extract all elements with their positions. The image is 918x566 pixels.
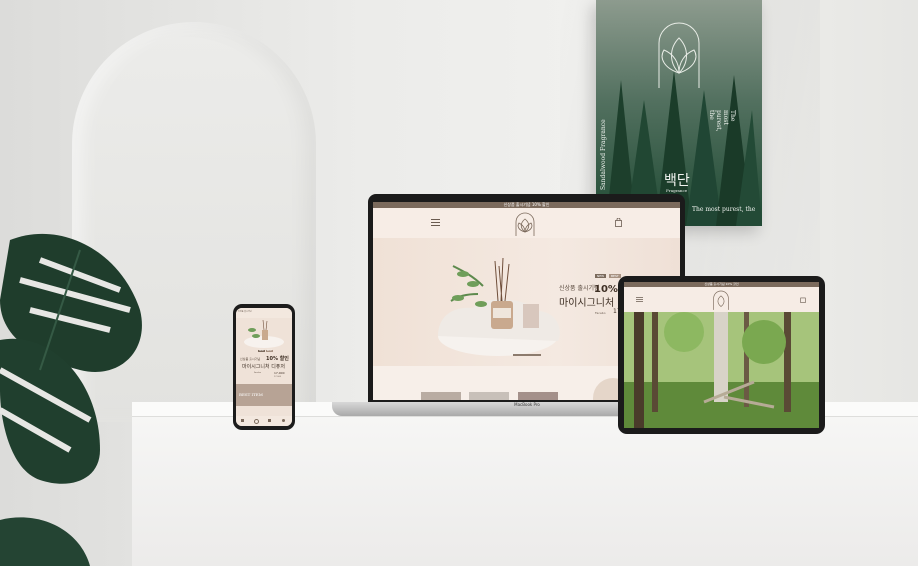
home-icon[interactable] <box>241 419 244 422</box>
phone-header: 신상품 출시기념 <box>236 308 292 318</box>
phone-headline-big: 10% 할인 <box>266 356 289 362</box>
tablet-device: 신상품 출시기념 10% 할인 <box>618 276 825 434</box>
phone-bottom-nav[interactable] <box>236 416 292 426</box>
laptop-price-label: Facebo <box>595 311 606 315</box>
forest-photo <box>624 312 819 428</box>
slider-dots[interactable] <box>513 354 541 356</box>
tablet-nav <box>624 287 819 312</box>
phone-badge-new: NEW <box>258 350 265 352</box>
laptop-brand-label: MacBook Pro <box>514 402 540 407</box>
phone-headline-line2: 마이시그니처 디퓨저 <box>242 364 285 370</box>
monstera-leaf-icon <box>0 233 142 566</box>
search-icon[interactable] <box>254 419 259 424</box>
phone-website: 신상품 출시기념 NEW BEST 신상품 출시기념 10% 할인 마이시그니처… <box>236 308 292 426</box>
lotus-logo-icon <box>658 22 700 88</box>
phone-price-value: 17,000 <box>274 371 285 375</box>
phone-price-value-2: 17,000 <box>274 376 281 378</box>
diffuser-product-icon <box>244 319 284 348</box>
laptop-nav <box>373 208 680 238</box>
phone-best-item-banner: BEST ITEM <box>236 384 292 406</box>
hamburger-menu-icon[interactable] <box>431 219 440 226</box>
phone-badge-best: BEST <box>266 350 274 352</box>
lotus-logo-icon[interactable] <box>712 290 730 310</box>
phone-price-label: Facebo <box>254 372 262 374</box>
poster-bottom: The most purest, the <box>692 206 756 213</box>
shopping-bag-icon[interactable] <box>615 218 622 227</box>
laptop-badge-best: BEST <box>609 274 621 278</box>
poster-side-left: Sandalwood Fragrance <box>600 119 607 190</box>
cart-icon[interactable] <box>268 419 271 422</box>
user-icon[interactable] <box>282 419 285 422</box>
poster-title: 백단 <box>664 173 690 189</box>
tablet-website: 신상품 출시기념 10% 할인 <box>624 282 819 428</box>
hamburger-menu-icon[interactable] <box>636 297 643 302</box>
phone-section-label: BEST ITEM <box>239 392 263 397</box>
phone-ticker: 신상품 출시기념 <box>238 311 252 313</box>
forest-poster: 백단 Fragrance The most purest, the Sandal… <box>596 0 762 226</box>
poster-side-right: The most purest, the <box>708 110 736 132</box>
shopping-bag-icon[interactable] <box>800 296 806 303</box>
phone-headline-small: 신상품 출시기념 <box>240 357 261 361</box>
mockup-scene: 백단 Fragrance The most purest, the Sandal… <box>0 0 918 566</box>
phone-device: 신상품 출시기념 NEW BEST 신상품 출시기념 10% 할인 마이시그니처… <box>233 304 295 430</box>
poster-caption: Fragrance <box>666 188 688 193</box>
laptop-badge-new: NEW <box>595 274 607 278</box>
lotus-logo-icon[interactable] <box>514 212 536 236</box>
